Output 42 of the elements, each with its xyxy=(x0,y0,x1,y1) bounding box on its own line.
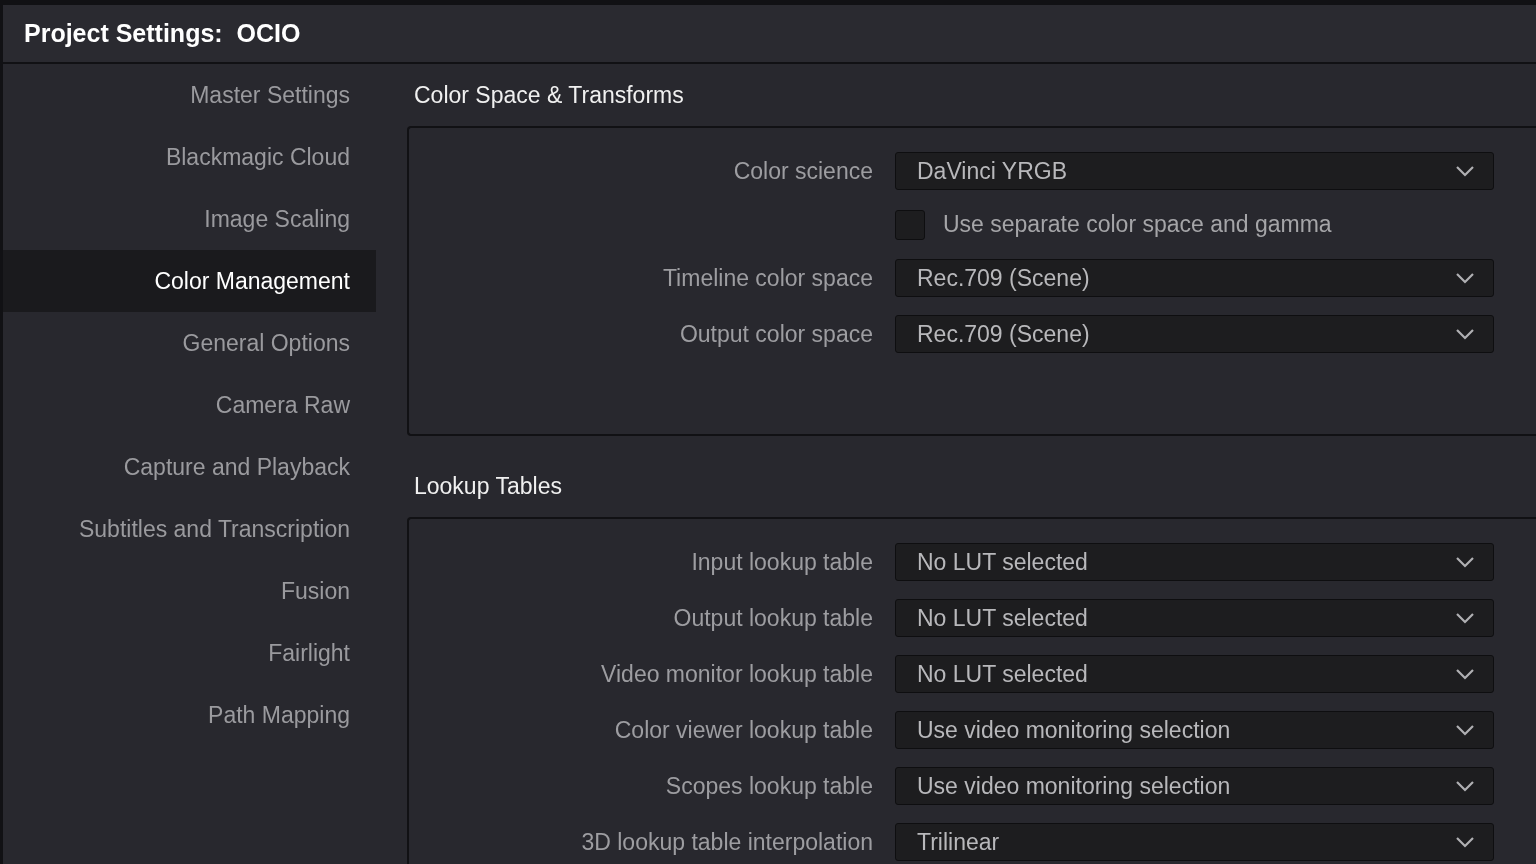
chevron-down-icon xyxy=(1455,780,1475,792)
section-title: Color Space & Transforms xyxy=(413,80,685,110)
sidebar-item[interactable]: Blackmagic Cloud xyxy=(3,126,376,188)
checkbox-label: Use separate color space and gamma xyxy=(943,210,1332,240)
sidebar-item[interactable]: Color Management xyxy=(3,250,376,312)
chevron-down-icon xyxy=(1455,556,1475,568)
dropdown[interactable]: Trilinear xyxy=(895,823,1494,861)
field-label: Color viewer lookup table xyxy=(613,715,874,745)
field-label: Scopes lookup table xyxy=(664,771,874,801)
dropdown[interactable]: No LUT selected xyxy=(895,655,1494,693)
sidebar-item[interactable]: Master Settings xyxy=(3,64,376,126)
sidebar-item[interactable]: Camera Raw xyxy=(3,374,376,436)
dropdown[interactable]: Rec.709 (Scene) xyxy=(895,259,1494,297)
dropdown[interactable]: Use video monitoring selection xyxy=(895,767,1494,805)
sidebar-item[interactable]: Fusion xyxy=(3,560,376,622)
field-label: Video monitor lookup table xyxy=(600,659,874,689)
field-label: Output color space xyxy=(678,319,874,349)
dropdown[interactable]: DaVinci YRGB xyxy=(895,152,1494,190)
dropdown[interactable]: No LUT selected xyxy=(895,599,1494,637)
sidebar-item[interactable]: General Options xyxy=(3,312,376,374)
chevron-down-icon xyxy=(1455,165,1475,177)
sidebar-item[interactable]: Image Scaling xyxy=(3,188,376,250)
checkbox[interactable] xyxy=(895,209,925,240)
chevron-down-icon xyxy=(1455,668,1475,680)
dropdown[interactable]: No LUT selected xyxy=(895,543,1494,581)
field-label: 3D lookup table interpolation xyxy=(580,827,874,857)
sidebar-item[interactable]: Capture and Playback xyxy=(3,436,376,498)
chevron-down-icon xyxy=(1455,612,1475,624)
chevron-down-icon xyxy=(1455,272,1475,284)
field-label: Input lookup table xyxy=(690,547,874,577)
sidebar-item[interactable]: Subtitles and Transcription xyxy=(3,498,376,560)
sidebar-item[interactable]: Fairlight xyxy=(3,622,376,684)
chevron-down-icon xyxy=(1455,328,1475,340)
field-label: Output lookup table xyxy=(672,603,874,633)
field-label: Color science xyxy=(732,156,874,186)
sidebar-item[interactable]: Path Mapping xyxy=(3,684,376,746)
chevron-down-icon xyxy=(1455,836,1475,848)
field-label: Timeline color space xyxy=(661,263,874,293)
section-title: Lookup Tables xyxy=(413,471,563,501)
dropdown[interactable]: Use video monitoring selection xyxy=(895,711,1494,749)
chevron-down-icon xyxy=(1455,724,1475,736)
dropdown[interactable]: Rec.709 (Scene) xyxy=(895,315,1494,353)
